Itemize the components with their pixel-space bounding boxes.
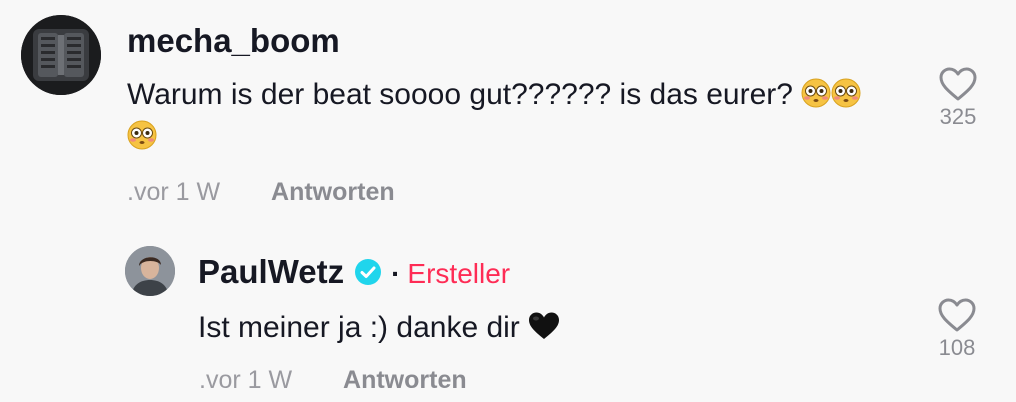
flushed-face-icon (801, 78, 831, 108)
heart-outline-icon (938, 298, 976, 332)
reply-text: Ist meiner ja :) danke dir (198, 307, 798, 349)
reply-like-button[interactable]: 108 (917, 297, 997, 361)
comment-thread: mecha_boom Warum is der beat soooo gut??… (0, 0, 1016, 402)
verified-badge-icon (355, 259, 382, 285)
flushed-face-icon (127, 120, 157, 150)
separator-dot: · (391, 258, 401, 289)
reply-author-line: PaulWetz · Ersteller (198, 253, 510, 291)
like-count: 325 (939, 104, 977, 129)
black-heart-icon (529, 312, 560, 339)
comment-text: Warum is der beat soooo gut?????? is das… (127, 74, 887, 158)
reply-username[interactable]: PaulWetz (198, 253, 344, 290)
comment-timestamp: .vor 1 W (127, 178, 221, 206)
heart-outline-icon (939, 67, 977, 101)
reply-reply-button[interactable]: Antworten (343, 366, 467, 394)
reply-button[interactable]: Antworten (271, 178, 395, 206)
flushed-face-icon (831, 78, 861, 108)
comment-username[interactable]: mecha_boom (127, 22, 340, 60)
comment-meta: .vor 1 W Antworten (127, 178, 395, 207)
profile-photo-icon (125, 246, 175, 296)
reply-meta: .vor 1 W Antworten (199, 366, 467, 395)
reply-body: Ist meiner ja :) danke dir (198, 311, 520, 344)
comment-body: Warum is der beat soooo gut?????? is das… (127, 78, 793, 111)
engine-photo-icon (21, 15, 101, 95)
reply-avatar[interactable] (125, 246, 175, 296)
like-button[interactable]: 325 (918, 66, 998, 130)
avatar[interactable] (21, 15, 101, 95)
reply-like-count: 108 (938, 335, 976, 360)
creator-badge: Ersteller (407, 258, 511, 289)
reply-timestamp: .vor 1 W (199, 366, 293, 394)
